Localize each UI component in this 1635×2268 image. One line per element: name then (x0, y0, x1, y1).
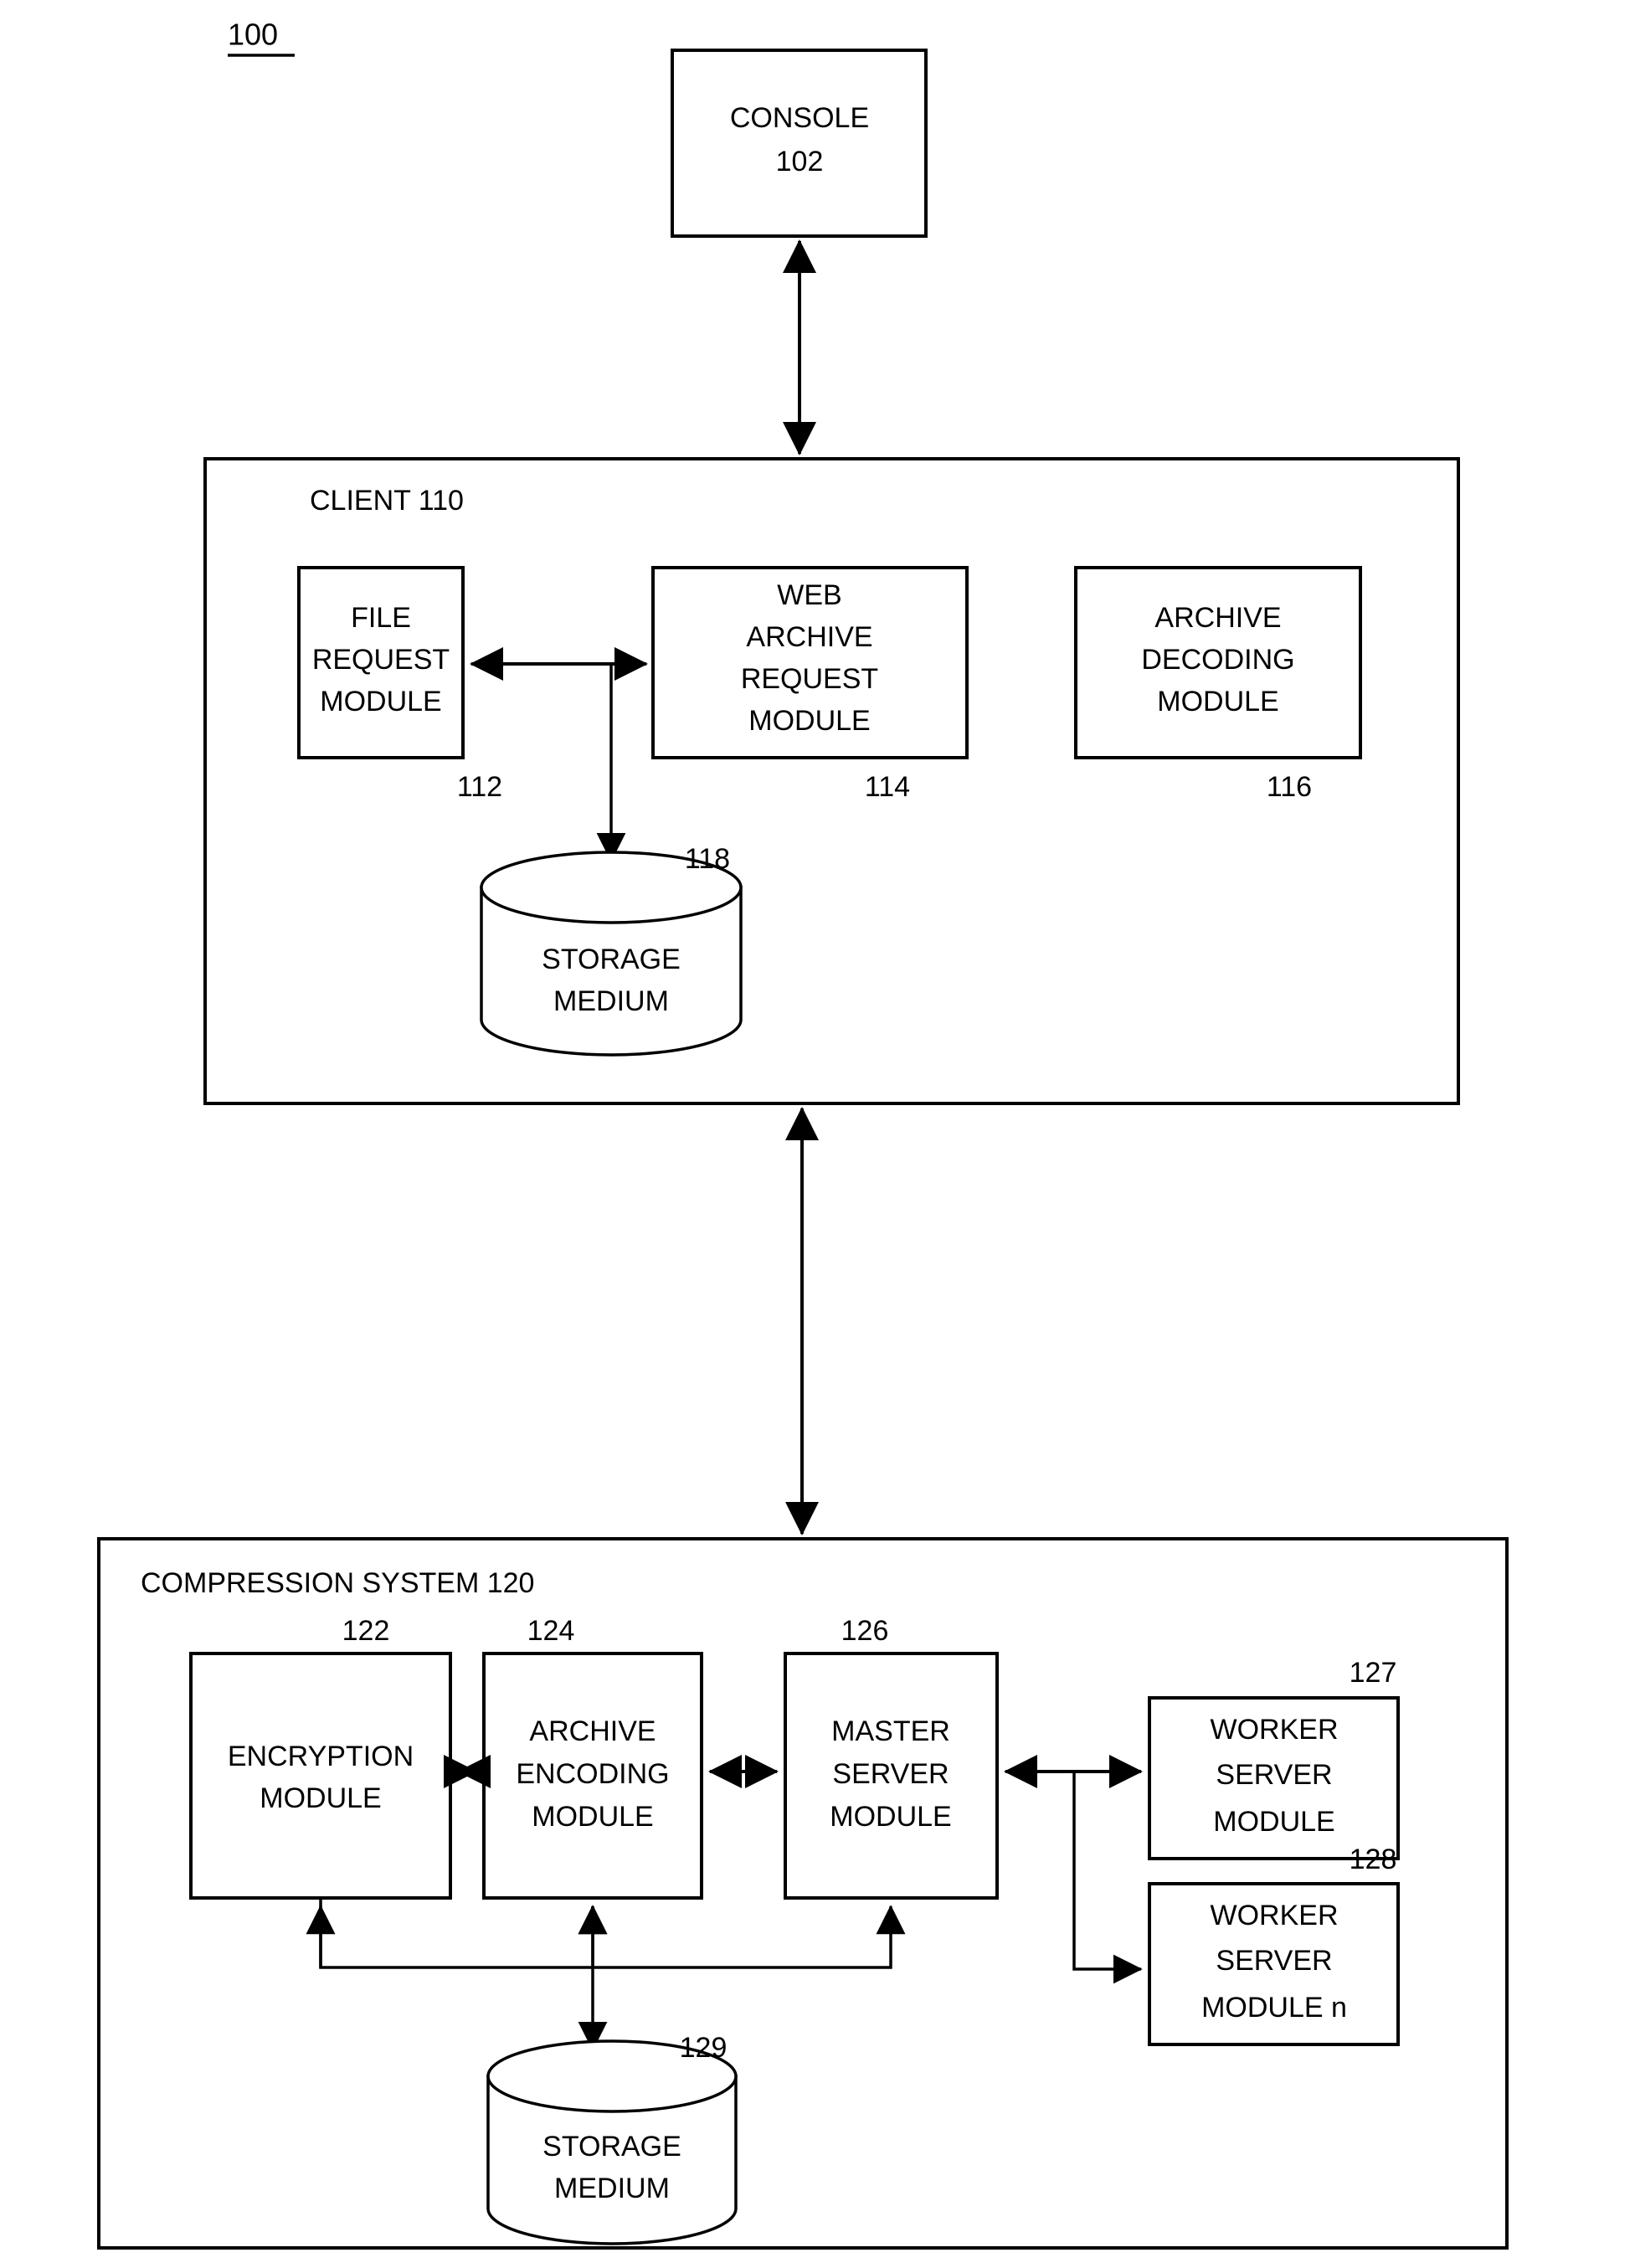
worker-server-module-ref: 127 (1350, 1657, 1397, 1689)
encryption-module-rect (189, 1652, 452, 1900)
archive-decoding-module-ref: 116 (1267, 771, 1312, 803)
archive-decoding-module-line-0: ARCHIVE (1154, 602, 1281, 634)
archive-encoding-module-line-1: ENCODING (516, 1758, 669, 1790)
client-storage-ref: 118 (685, 843, 730, 875)
master-server-module-ref: 126 (841, 1615, 889, 1647)
system-diagram: 100 CONSOLE 102 CLIENT 110 FILE REQUEST … (0, 0, 1635, 2268)
worker-server-module-line-1: SERVER (1216, 1759, 1332, 1791)
web-archive-request-module-line-2: REQUEST (741, 663, 878, 695)
encryption-module-line-1: MODULE (260, 1782, 381, 1814)
client-storage-medium: STORAGE MEDIUM (480, 851, 743, 1057)
figure-label-text: 100 (228, 18, 278, 52)
client-storage-line-0: STORAGE (542, 944, 681, 975)
client-header: CLIENT 110 (310, 485, 464, 517)
web-archive-request-module-line-1: ARCHIVE (746, 621, 872, 653)
file-request-module-ref: 112 (457, 771, 502, 803)
console-box-rect (671, 49, 928, 238)
console-ref: 102 (776, 146, 824, 177)
archive-decoding-module-line-1: DECODING (1141, 644, 1294, 676)
file-request-module-line-0: FILE (351, 602, 411, 634)
web-archive-request-module-line-3: MODULE (748, 705, 870, 737)
worker-server-module-n-line-2: MODULE n (1201, 1992, 1347, 2024)
archive-encoding-module-line-0: ARCHIVE (529, 1715, 656, 1747)
compression-storage-medium: STORAGE MEDIUM (486, 2039, 738, 2245)
archive-decoding-module-line-2: MODULE (1157, 686, 1278, 717)
file-request-module[interactable]: FILE REQUEST MODULE (297, 566, 465, 759)
worker-server-module-n[interactable]: WORKER SERVER MODULE n (1148, 1882, 1400, 2046)
worker-server-module[interactable]: WORKER SERVER MODULE (1148, 1696, 1400, 1860)
worker-server-module-n-line-1: SERVER (1216, 1945, 1332, 1977)
web-archive-request-module-line-0: WEB (777, 579, 841, 611)
master-server-module-line-2: MODULE (830, 1801, 951, 1833)
compression-system-header: COMPRESSION SYSTEM 120 (141, 1567, 534, 1599)
worker-server-module-n-line-0: WORKER (1211, 1900, 1339, 1931)
figure-label: 100 (228, 18, 295, 57)
web-archive-request-module-ref: 114 (865, 771, 910, 803)
feedback-bus-right-segment (319, 1898, 906, 1969)
client-storage-line-1: MEDIUM (553, 985, 669, 1017)
compression-storage-line-0: STORAGE (542, 2131, 681, 2163)
web-archive-request-module[interactable]: WEB ARCHIVE REQUEST MODULE (651, 566, 969, 759)
worker-server-module-line-0: WORKER (1211, 1714, 1339, 1746)
archive-encoding-module-line-2: MODULE (532, 1801, 653, 1833)
archive-encoding-module-ref: 124 (527, 1615, 575, 1647)
master-to-worker-n-connector (1072, 1772, 1143, 1984)
compression-storage-line-1: MEDIUM (554, 2173, 670, 2204)
file-request-module-line-1: REQUEST (312, 644, 450, 676)
console-title: CONSOLE (730, 102, 869, 134)
diagram-canvas: 100 CONSOLE 102 CLIENT 110 FILE REQUEST … (97, 18, 1509, 2250)
master-server-module-line-0: MASTER (831, 1715, 950, 1747)
console-box[interactable]: CONSOLE 102 (671, 49, 928, 238)
archive-decoding-module[interactable]: ARCHIVE DECODING MODULE (1074, 566, 1362, 759)
master-server-module-line-1: SERVER (832, 1758, 949, 1790)
worker-server-module-line-2: MODULE (1213, 1806, 1334, 1838)
encryption-module-line-0: ENCRYPTION (228, 1741, 414, 1772)
worker-server-module-n-ref: 128 (1350, 1844, 1397, 1875)
master-server-module[interactable]: MASTER SERVER MODULE (784, 1652, 999, 1900)
compression-storage-ref: 129 (680, 2032, 728, 2064)
archive-encoding-module[interactable]: ARCHIVE ENCODING MODULE (482, 1652, 703, 1900)
encryption-module-ref: 122 (342, 1615, 390, 1647)
file-request-module-line-2: MODULE (320, 686, 441, 717)
encryption-module[interactable]: ENCRYPTION MODULE (189, 1652, 452, 1900)
